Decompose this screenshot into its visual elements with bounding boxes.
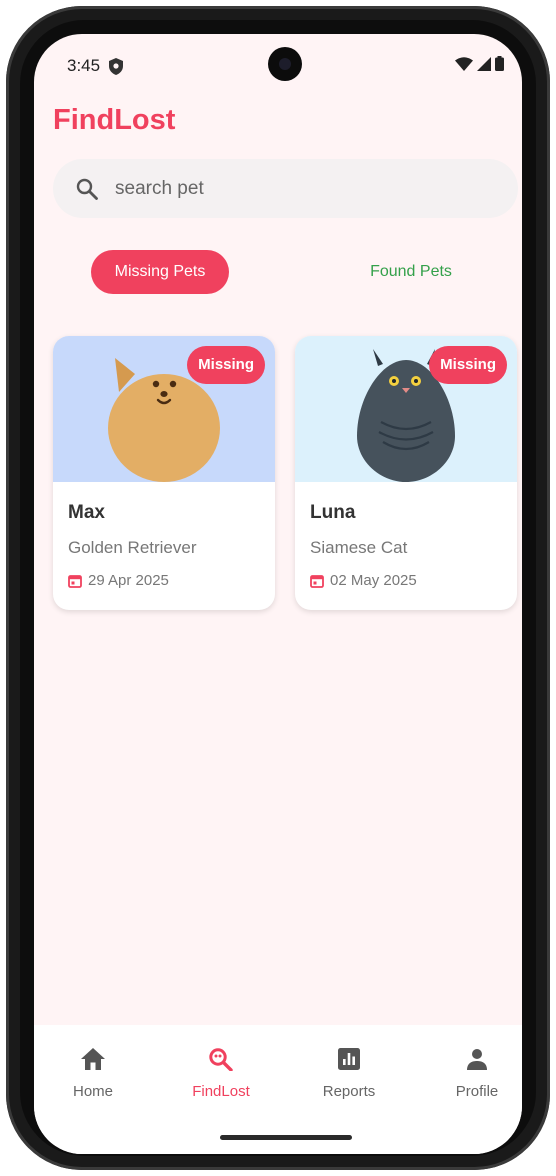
battery-icon	[495, 56, 504, 71]
pet-card-luna[interactable]: Missing Luna Siamese Cat 02 May 2025	[295, 336, 517, 610]
status-badge: Missing	[429, 346, 507, 384]
nav-label-home: Home	[72, 1083, 113, 1100]
calendar-icon	[310, 574, 324, 588]
pet-breed: Siamese Cat	[310, 538, 408, 557]
home-icon	[81, 1048, 105, 1070]
reports-icon	[338, 1048, 360, 1070]
status-time: 3:45	[67, 56, 101, 75]
shield-icon	[109, 58, 123, 75]
nav-item-findlost[interactable]: FindLost	[171, 1047, 271, 1100]
tab-found-pets[interactable]: Found Pets	[336, 250, 486, 294]
profile-icon	[467, 1049, 487, 1070]
tab-missing-pets[interactable]: Missing Pets	[91, 250, 229, 294]
nav-item-home[interactable]: Home	[43, 1047, 143, 1100]
nav-label-findlost: FindLost	[192, 1083, 250, 1100]
nav-item-reports[interactable]: Reports	[299, 1047, 399, 1100]
pet-breed: Golden Retriever	[68, 538, 197, 557]
front-camera	[268, 47, 302, 81]
status-bar: 3:45	[34, 34, 522, 98]
app-screen: 3:45 FindLost Missing Pets Found Pet	[34, 34, 522, 1154]
nav-item-profile[interactable]: Profile	[427, 1047, 522, 1100]
nav-label-reports: Reports	[322, 1083, 376, 1100]
pet-name: Luna	[310, 502, 356, 523]
status-icons	[455, 56, 504, 71]
pet-date: 29 Apr 2025	[88, 572, 169, 589]
pet-card-max[interactable]: Missing Max Golden Retriever 29 Apr 2025	[53, 336, 275, 610]
pet-date: 02 May 2025	[330, 572, 417, 589]
signal-icon	[477, 56, 491, 71]
pet-date-row: 29 Apr 2025	[68, 572, 169, 589]
find-lost-icon	[209, 1048, 233, 1071]
search-input[interactable]	[113, 176, 477, 201]
pet-date-row: 02 May 2025	[310, 572, 417, 589]
status-badge: Missing	[187, 346, 265, 384]
search-bar[interactable]	[53, 159, 518, 218]
nav-label-profile: Profile	[455, 1083, 499, 1100]
pet-name: Max	[68, 502, 105, 523]
wifi-icon	[455, 56, 473, 71]
calendar-icon	[68, 574, 82, 588]
app-title: FindLost	[53, 104, 176, 136]
home-indicator[interactable]	[220, 1135, 352, 1140]
search-icon	[76, 178, 98, 200]
